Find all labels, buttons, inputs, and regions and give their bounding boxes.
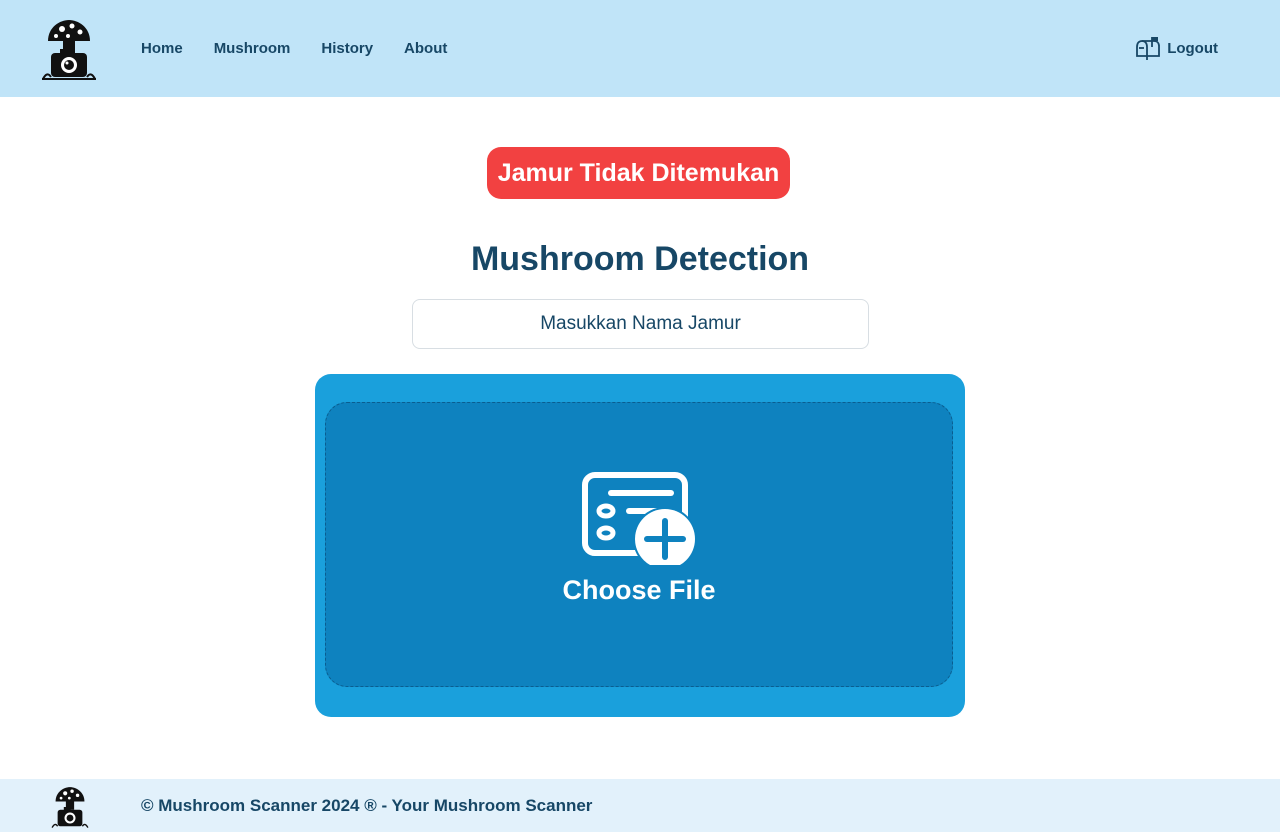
main-nav: Home Mushroom History About — [141, 39, 478, 59]
footer: © Mushroom Scanner 2024 ® - Your Mushroo… — [0, 779, 1280, 832]
choose-file-label: Choose File — [562, 575, 716, 605]
logout-button[interactable]: Logout — [1135, 35, 1218, 61]
nav-about[interactable]: About — [404, 39, 447, 59]
mushroom-camera-logo[interactable] — [40, 17, 98, 81]
nav-home[interactable]: Home — [141, 39, 183, 59]
mailbox-icon — [1136, 37, 1161, 60]
footer-copyright: © Mushroom Scanner 2024 ® - Your Mushroo… — [141, 796, 593, 815]
mushroom-camera-logo — [51, 787, 89, 828]
file-add-icon — [582, 472, 697, 565]
not-found-alert: Jamur Tidak Ditemukan — [487, 147, 790, 199]
logout-label: Logout — [1167, 39, 1218, 57]
nav-history[interactable]: History — [321, 39, 373, 59]
upload-panel: Choose File — [315, 374, 965, 717]
page-title: Mushroom Detection — [470, 240, 810, 278]
mushroom-name-input[interactable] — [412, 299, 869, 349]
nav-mushroom[interactable]: Mushroom — [214, 39, 291, 59]
header: Home Mushroom History About Logout — [0, 0, 1280, 97]
file-dropzone[interactable]: Choose File — [325, 402, 953, 687]
